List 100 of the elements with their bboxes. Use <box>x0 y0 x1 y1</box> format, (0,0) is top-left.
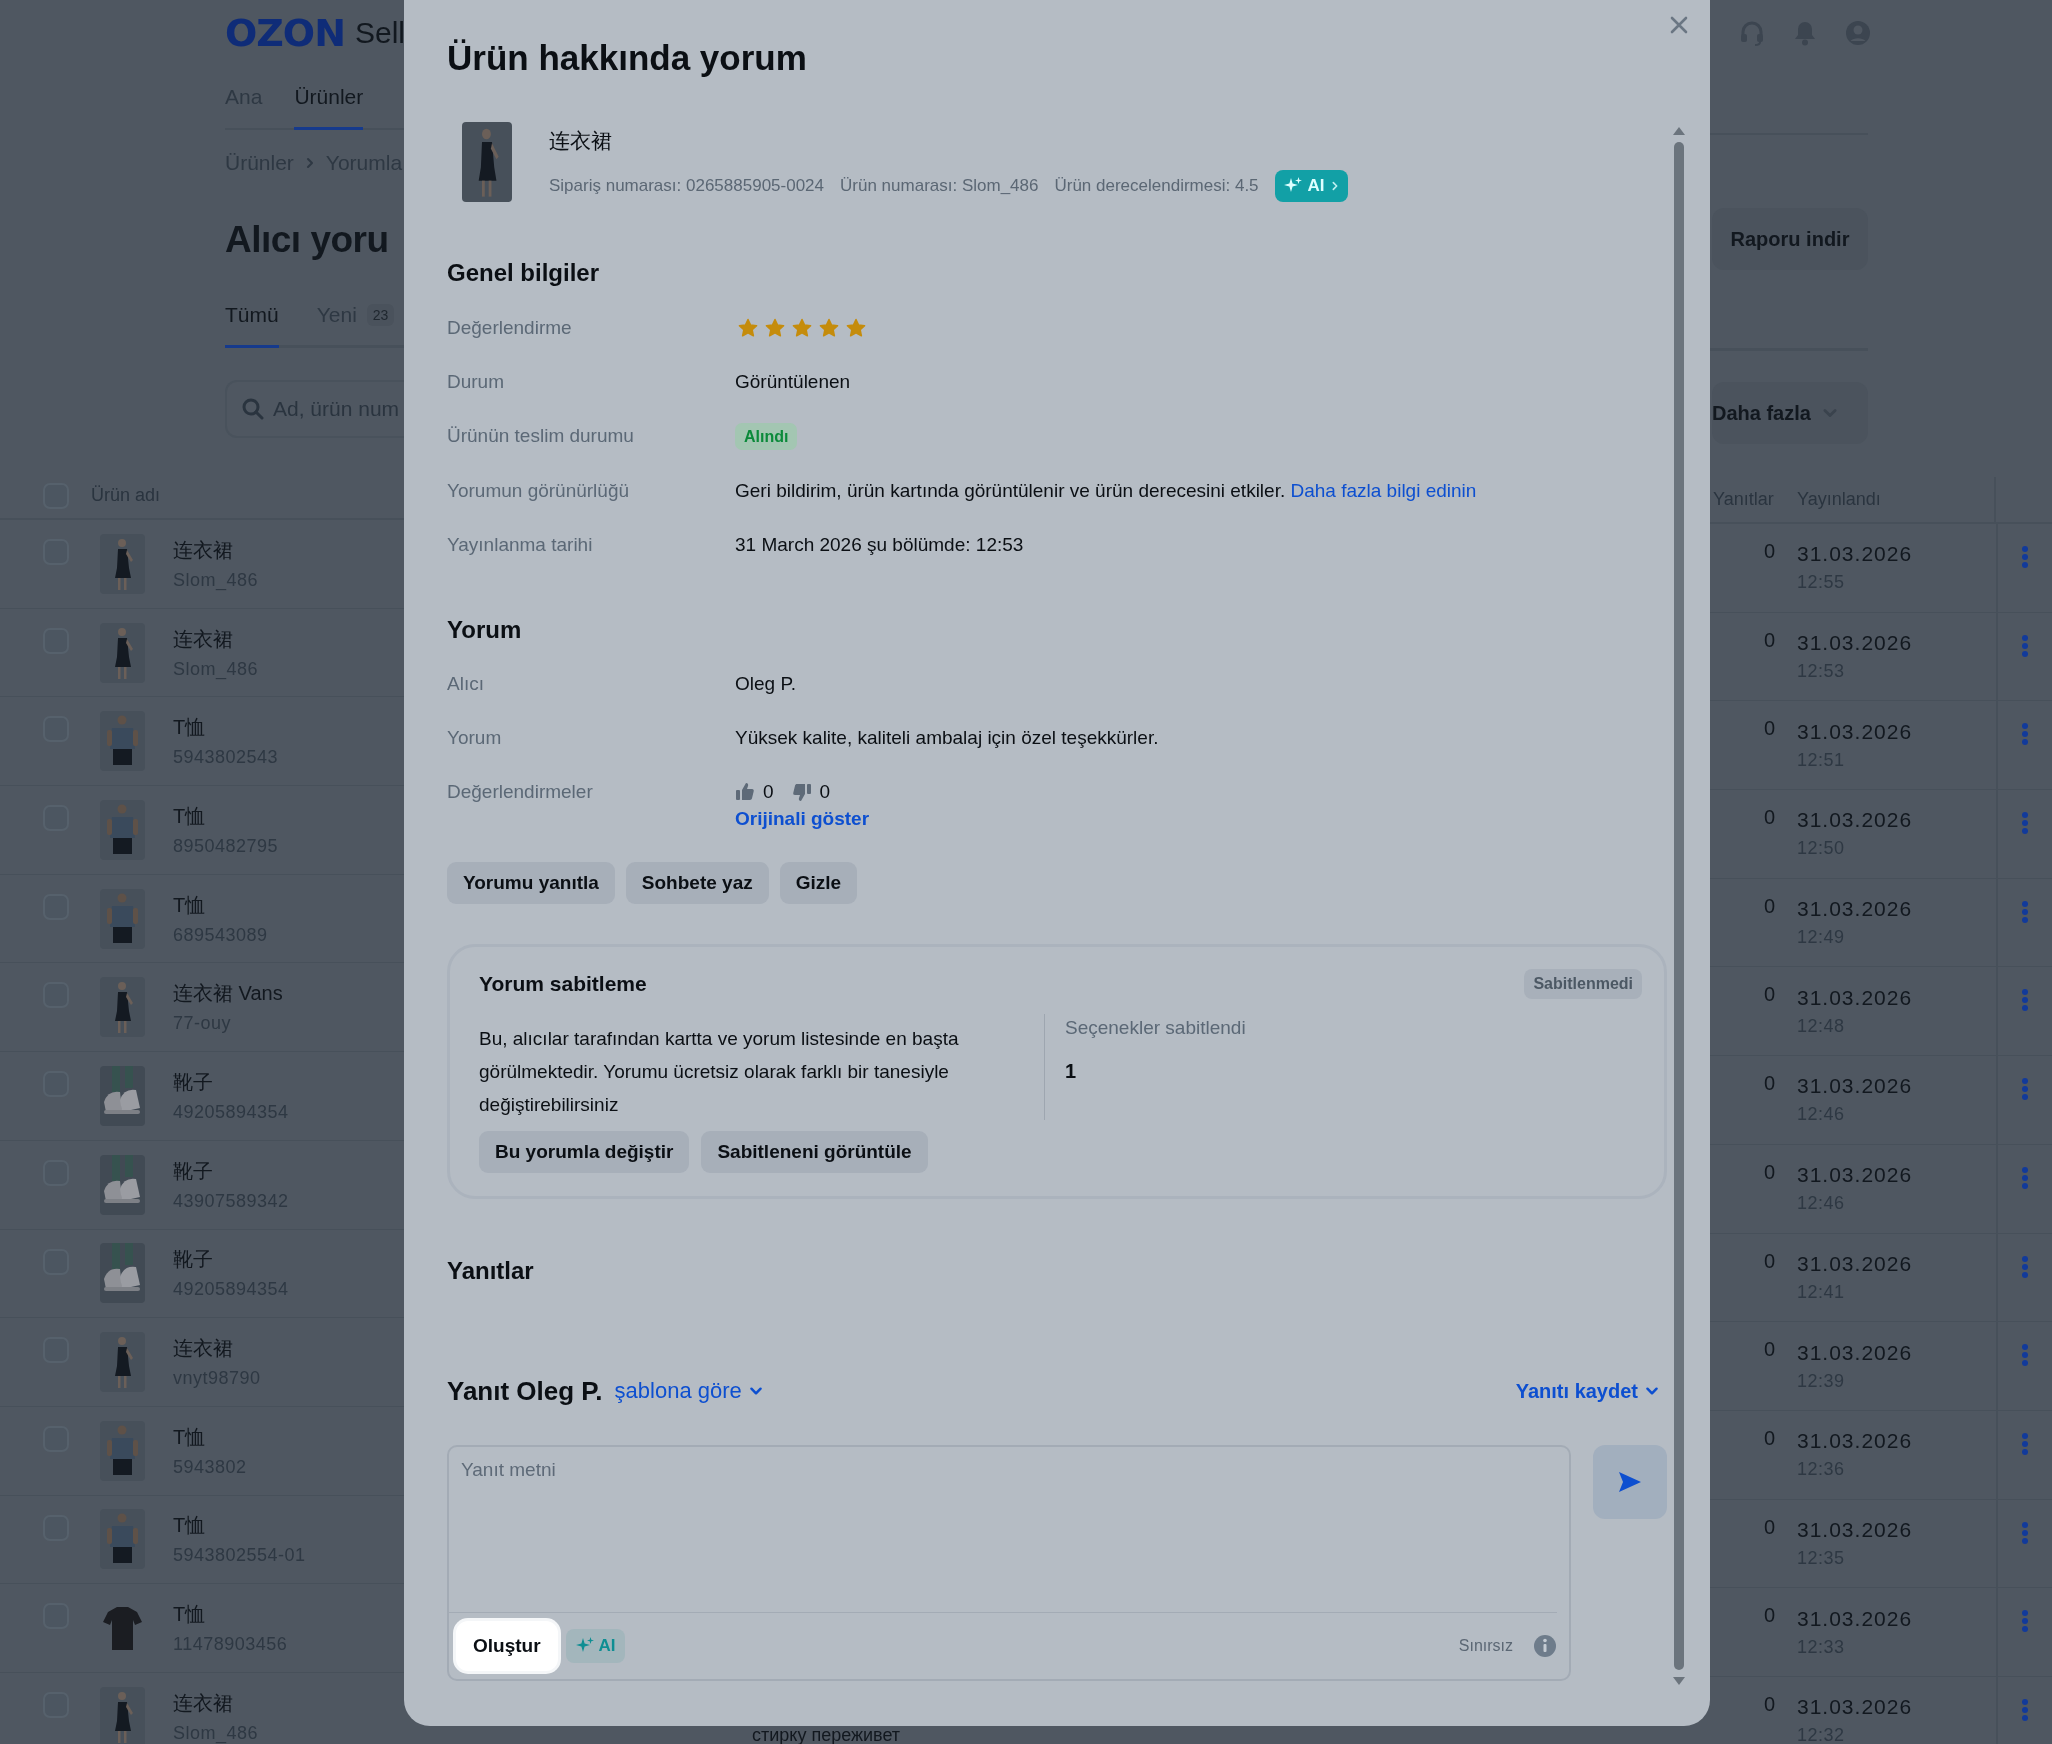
page-title: Alıcı yoru <box>224 218 390 262</box>
section-heading: Genel bilgiler <box>447 258 601 288</box>
scroll-down-icon[interactable] <box>1672 1676 1686 1686</box>
product-name[interactable]: T恤 <box>173 891 268 919</box>
info-icon[interactable] <box>1533 1634 1557 1658</box>
product-name[interactable]: 连衣裙 Vans <box>173 980 283 1008</box>
product-name[interactable]: T恤 <box>173 1601 288 1629</box>
send-icon <box>1617 1470 1643 1494</box>
publish-date: 31.03.2026 <box>1797 1429 1913 1454</box>
pin-description: Bu, alıcılar tarafından kartta ve yorum listesinde en başta görülmektedir. Yorumu ücretsiz olarak farklı bir tanesiyle değiştirebilirsiniz <box>479 1027 960 1117</box>
more-icon[interactable] <box>2021 988 2029 1013</box>
publish-date: 31.03.2026 <box>1797 1163 1913 1188</box>
show-original-link[interactable]: Orijinali göster <box>735 807 870 831</box>
reply-count: 0 <box>1762 717 1775 741</box>
reply-count: 0 <box>1762 894 1775 918</box>
status-badge: Sabitlenmedi <box>1524 969 1642 999</box>
publish-date: 31.03.2026 <box>1797 542 1913 567</box>
product-number: Ürün numarası: Slom_486 <box>840 176 1039 196</box>
more-icon[interactable] <box>2021 545 2029 569</box>
reply-count: 0 <box>1762 1692 1775 1716</box>
more-icon[interactable] <box>2021 633 2029 658</box>
product-name[interactable]: 靴子 <box>173 1157 289 1185</box>
product-name[interactable]: T恤 <box>173 802 279 830</box>
more-icon[interactable] <box>2021 722 2029 747</box>
more-icon[interactable] <box>2021 811 2029 836</box>
field-label: Alıcı <box>447 672 485 696</box>
field-value: Görüntülenen <box>735 371 851 392</box>
more-icon[interactable] <box>2021 899 2029 924</box>
reply-count: 0 <box>1762 1426 1775 1450</box>
reply-count: 0 <box>1762 983 1775 1007</box>
scrollbar-thumb[interactable] <box>1674 142 1684 1670</box>
status-badge: Alındı <box>735 423 798 450</box>
card-title: Yorum sabitleme <box>479 972 647 996</box>
more-icon[interactable] <box>2021 1697 2029 1722</box>
logo[interactable]: OZON <box>225 11 345 55</box>
filter-tab[interactable]: Tümü <box>225 285 279 348</box>
product-name: 连衣裙 <box>549 128 613 154</box>
save-reply-link[interactable]: Yanıtı kaydet <box>1515 1379 1660 1403</box>
more-icon[interactable] <box>2021 1609 2029 1634</box>
product-name[interactable]: T恤 <box>173 1423 247 1451</box>
learn-more-link[interactable]: Daha fazla bilgi edinin <box>1290 480 1477 501</box>
close-icon[interactable] <box>1670 16 1688 34</box>
publish-date: 31.03.2026 <box>1797 1695 1913 1720</box>
field-label: Yayınlanma tarihi <box>447 533 594 557</box>
more-icon[interactable] <box>2021 1343 2029 1368</box>
generate-button[interactable]: Oluştur <box>456 1621 558 1671</box>
publish-date: 31.03.2026 <box>1797 985 1913 1010</box>
more-icon[interactable] <box>2021 1520 2029 1545</box>
more-button[interactable]: Daha fazla <box>1712 382 1868 444</box>
reply-count: 0 <box>1762 1604 1775 1628</box>
section-heading: Yorum <box>447 615 523 645</box>
product-name[interactable]: 连衣裙 <box>173 1689 259 1717</box>
field-value: 31 March 2026 şu bölümde: 12:53 <box>735 534 1024 555</box>
field-label: Ürünün teslim durumu <box>447 424 635 448</box>
dialog-title: Ürün hakkında yorum <box>447 37 808 79</box>
product-name[interactable]: 靴子 <box>173 1246 289 1274</box>
reply-count: 0 <box>1762 806 1775 830</box>
search-icon <box>241 397 265 421</box>
order-number: Sipariş numarası: 0265885905-0024 <box>549 176 825 196</box>
thumbs-down-icon[interactable] <box>791 782 812 802</box>
stat-label: Seçenekler sabitlendi <box>1065 1016 1246 1040</box>
action-button[interactable]: Bu yorumla değiştir <box>479 1131 690 1173</box>
review-snippet: стирку переживет <box>752 1726 901 1744</box>
product-name[interactable]: T恤 <box>173 714 279 742</box>
field-label: Değerlendirmeler <box>447 780 594 804</box>
publish-date: 31.03.2026 <box>1797 1517 1913 1542</box>
action-button[interactable]: Yorumu yanıtla <box>447 862 615 904</box>
more-icon[interactable] <box>2021 1077 2029 1102</box>
more-icon[interactable] <box>2021 1431 2029 1456</box>
product-name[interactable]: T恤 <box>173 1512 306 1540</box>
like-count: 0 <box>763 780 774 804</box>
more-icon[interactable] <box>2021 1165 2029 1190</box>
thumbs-up-icon[interactable] <box>735 782 755 802</box>
more-icon[interactable] <box>2021 1254 2029 1279</box>
nav-tab[interactable]: Ürünler <box>294 66 364 130</box>
action-button[interactable]: Sabitleneni görüntüle <box>701 1131 928 1173</box>
reply-count: 0 <box>1762 1249 1775 1273</box>
publish-date: 31.03.2026 <box>1797 1340 1913 1365</box>
reply-field[interactable]: Yanıt metni Oluştur AI Sınırsız <box>447 1445 1571 1681</box>
action-button[interactable]: Sohbete yaz <box>625 862 769 904</box>
publish-date: 31.03.2026 <box>1797 631 1913 656</box>
action-button[interactable]: Gizle <box>779 862 858 904</box>
product-name[interactable]: 连衣裙 <box>173 1335 261 1363</box>
publish-date: 31.03.2026 <box>1797 1251 1913 1276</box>
reply-text-field[interactable]: Yanıt metni <box>449 1447 1557 1613</box>
report-button[interactable]: Raporu indir <box>1712 208 1868 270</box>
product-name[interactable]: 连衣裙 <box>173 536 259 564</box>
product-name[interactable]: 连衣裙 <box>173 625 259 653</box>
field-value: Yüksek kalite, kaliteli ambalaj için özel teşekkürler. <box>735 727 1159 748</box>
reply-count: 0 <box>1762 1338 1775 1362</box>
ai-button[interactable]: AI <box>1274 170 1348 202</box>
publish-date: 31.03.2026 <box>1797 897 1913 922</box>
reply-count: 0 <box>1762 1072 1775 1096</box>
logo-suffix: Sell <box>354 16 404 50</box>
product-name[interactable]: 靴子 <box>173 1068 289 1096</box>
scroll-up-icon[interactable] <box>1672 126 1686 136</box>
ai-button[interactable]: AI <box>565 1629 625 1663</box>
send-button[interactable] <box>1593 1445 1667 1519</box>
reply-count: 0 <box>1762 1515 1775 1539</box>
template-link[interactable]: şablona göre <box>614 1378 764 1404</box>
